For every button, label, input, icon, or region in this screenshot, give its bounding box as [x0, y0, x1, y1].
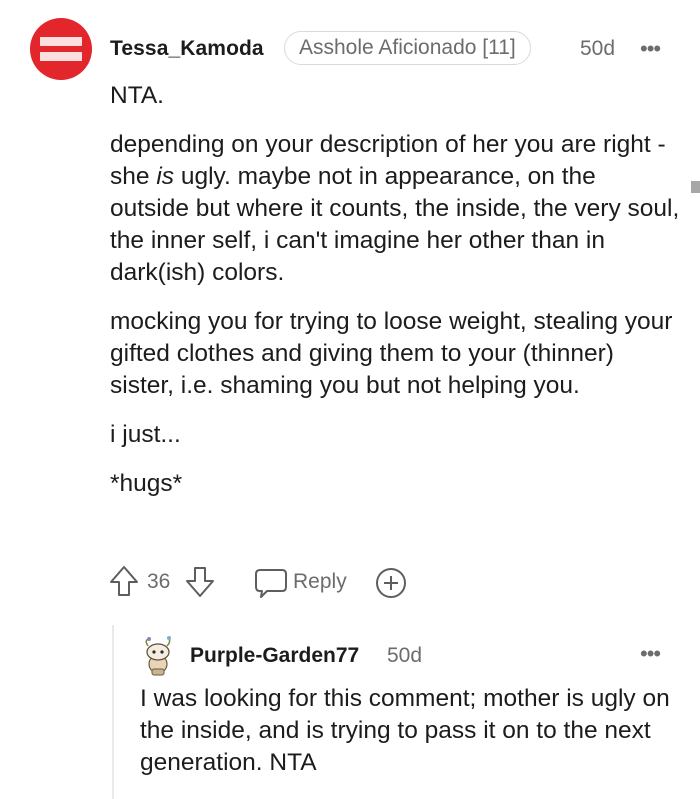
reply-timestamp: 50d: [387, 644, 423, 667]
comment-body: NTA. depending on your description of he…: [110, 80, 680, 517]
avatar[interactable]: [30, 18, 92, 80]
more-icon[interactable]: •••: [640, 36, 661, 62]
reply-body: I was looking for this comment; mother i…: [140, 683, 688, 779]
scrollbar[interactable]: [691, 181, 700, 193]
comment-timestamp: 50d: [580, 37, 616, 60]
upvote-icon[interactable]: [108, 564, 140, 604]
thread-line[interactable]: [112, 625, 114, 799]
award-icon[interactable]: [374, 566, 408, 606]
comment-paragraph: mocking you for trying to loose weight, …: [110, 308, 673, 399]
reply-button[interactable]: Reply: [293, 570, 347, 594]
emphasis-text: is: [156, 163, 175, 190]
comment-paragraph: *hugs*: [110, 470, 183, 497]
comment-author[interactable]: Tessa_Kamoda: [110, 37, 264, 61]
comment-paragraph: i just...: [110, 421, 181, 448]
paragraph-text: ugly. maybe not in appearance, on the ou…: [110, 163, 680, 286]
comment-card: Tessa_Kamoda Asshole Aficionado [11] 50d…: [0, 0, 700, 799]
comment-actions: 36 Reply: [108, 562, 428, 602]
downvote-icon[interactable]: [184, 565, 216, 605]
vote-score: 36: [147, 570, 171, 593]
user-flair: Asshole Aficionado [11]: [284, 31, 531, 65]
avatar[interactable]: [140, 636, 176, 676]
comment-paragraph: NTA.: [110, 82, 164, 109]
comment-icon[interactable]: [254, 567, 288, 605]
reply-paragraph: I was looking for this comment; mother i…: [140, 685, 670, 776]
reply-author[interactable]: Purple-Garden77: [190, 644, 359, 668]
comment-paragraph: depending on your description of her you…: [110, 129, 680, 289]
more-icon[interactable]: •••: [640, 641, 661, 667]
